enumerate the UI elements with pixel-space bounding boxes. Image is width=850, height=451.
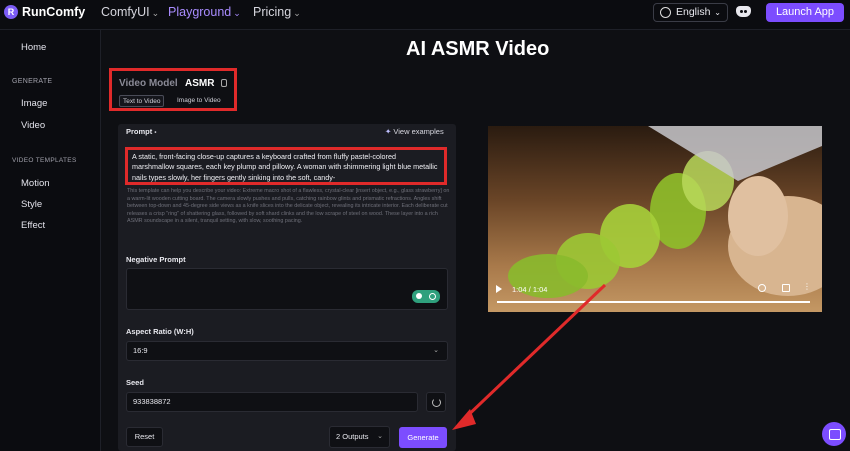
negative-prompt-input[interactable] bbox=[126, 268, 448, 310]
sidebar-item-style[interactable]: Style bbox=[21, 199, 42, 210]
sidebar-item-image[interactable]: Image bbox=[21, 98, 47, 109]
nav-comfyui[interactable]: ComfyUI ⌄ bbox=[101, 5, 159, 19]
sidebar: Home GENERATE Image Video VIDEO TEMPLATE… bbox=[0, 30, 101, 451]
chevron-down-icon: ⌄ bbox=[233, 8, 241, 18]
sidebar-item-motion[interactable]: Motion bbox=[21, 178, 50, 189]
nav-pricing[interactable]: Pricing ⌄ bbox=[253, 5, 301, 19]
sidebar-section-generate: GENERATE bbox=[12, 78, 53, 85]
logo-icon: R bbox=[4, 5, 18, 19]
video-time: 1:04 / 1:04 bbox=[512, 285, 548, 294]
app-root: R RunComfy ComfyUI ⌄ Playground ⌄ Pricing ⌄… bbox=[0, 0, 850, 451]
database-icon[interactable] bbox=[221, 79, 227, 87]
view-examples-link[interactable]: ✦ View examples bbox=[385, 127, 444, 136]
model-selector-highlight: Video Model ASMR Text to Video Image to … bbox=[109, 68, 237, 111]
tab-image-to-video[interactable]: Image to Video bbox=[174, 95, 224, 107]
aspect-ratio-label: Aspect Ratio (W:H) bbox=[126, 327, 194, 336]
tab-text-to-video[interactable]: Text to Video bbox=[119, 95, 165, 107]
sidebar-item-video[interactable]: Video bbox=[21, 120, 45, 131]
grammarly-icon[interactable] bbox=[412, 290, 440, 303]
negative-prompt-label: Negative Prompt bbox=[126, 255, 186, 264]
more-options-icon[interactable]: ⋮ bbox=[803, 283, 811, 292]
play-icon[interactable] bbox=[496, 285, 502, 293]
fullscreen-icon[interactable] bbox=[782, 284, 790, 292]
chevron-down-icon: ⌄ bbox=[151, 8, 160, 18]
sidebar-item-home[interactable]: Home bbox=[21, 42, 46, 53]
prompt-label: Prompt • bbox=[126, 127, 157, 136]
chevron-down-icon: ⌄ bbox=[714, 8, 721, 17]
language-select[interactable]: English ⌄ bbox=[653, 3, 728, 22]
seed-input[interactable]: 933838872 bbox=[126, 392, 418, 412]
chevron-down-icon: ⌄ bbox=[433, 347, 439, 354]
mute-icon[interactable] bbox=[758, 284, 766, 292]
page-title: AI ASMR Video bbox=[406, 38, 550, 60]
aspect-ratio-select[interactable]: 16:9 ⌄ bbox=[126, 341, 448, 361]
outputs-select[interactable]: 2 Outputs ⌄ bbox=[329, 426, 390, 448]
chat-icon[interactable] bbox=[822, 422, 846, 446]
video-progress-bar[interactable] bbox=[497, 301, 810, 303]
video-model-label: Video Model bbox=[119, 78, 178, 89]
chevron-down-icon: ⌄ bbox=[293, 8, 301, 18]
refresh-icon[interactable] bbox=[426, 392, 446, 412]
brand-name[interactable]: RunComfy bbox=[22, 5, 85, 19]
prompt-help-text: This template can help you describe your… bbox=[127, 188, 450, 225]
reset-button[interactable]: Reset bbox=[126, 427, 163, 447]
chevron-down-icon: ⌄ bbox=[377, 433, 383, 440]
model-name[interactable]: ASMR bbox=[185, 78, 214, 89]
seed-label: Seed bbox=[126, 378, 144, 387]
launch-app-button[interactable]: Launch App bbox=[766, 3, 844, 22]
generate-button[interactable]: Generate bbox=[399, 427, 447, 448]
sparkle-icon: ✦ bbox=[385, 127, 392, 136]
prompt-input[interactable]: A static, front-facing close-up captures… bbox=[125, 147, 447, 185]
sidebar-item-effect[interactable]: Effect bbox=[21, 220, 45, 231]
nav-playground[interactable]: Playground ⌄ bbox=[168, 5, 241, 19]
discord-icon[interactable] bbox=[736, 6, 751, 17]
globe-icon bbox=[660, 7, 671, 18]
top-bar: R RunComfy ComfyUI ⌄ Playground ⌄ Pricing ⌄… bbox=[0, 0, 850, 30]
sidebar-section-video-templates: VIDEO TEMPLATES bbox=[12, 157, 77, 164]
